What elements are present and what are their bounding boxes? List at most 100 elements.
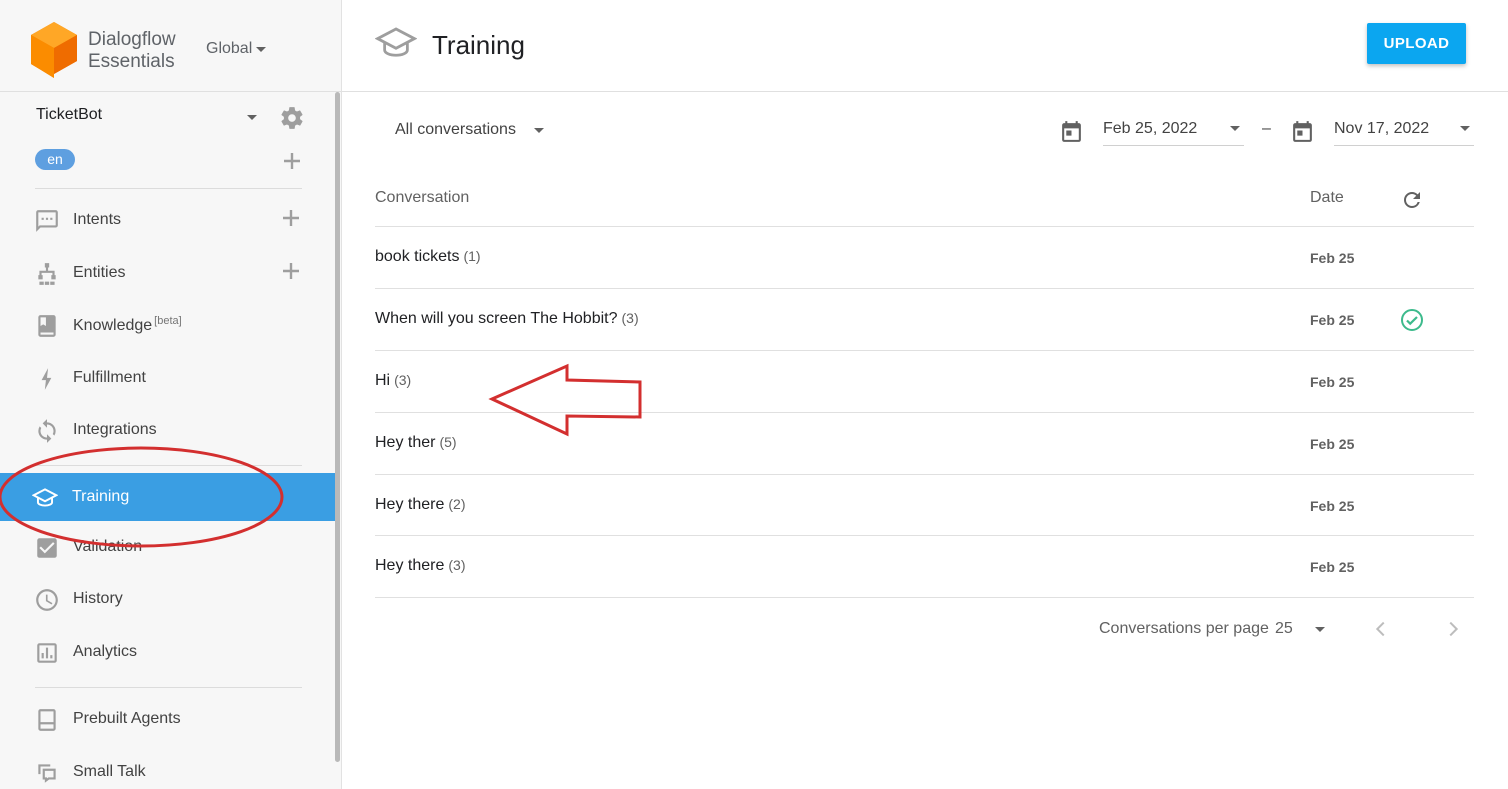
sidebar-item-history[interactable]: History xyxy=(0,575,336,623)
table-row[interactable]: Hey ther (5) Feb 25 xyxy=(375,412,1474,474)
per-page-value: 25 xyxy=(1275,620,1293,637)
book-icon xyxy=(38,315,56,337)
checkbox-icon xyxy=(37,538,57,558)
gear-icon[interactable] xyxy=(279,105,305,131)
chevron-down-icon xyxy=(1460,126,1470,131)
sidebar-item-label: Entities xyxy=(73,264,126,281)
sidebar-item-label: Training xyxy=(72,488,130,505)
page-header: Training UPLOAD xyxy=(342,0,1508,92)
language-chip[interactable]: en xyxy=(35,149,75,170)
agent-name[interactable]: TicketBot xyxy=(36,106,102,124)
sidebar-item-knowledge[interactable]: Knowledge [beta] xyxy=(0,301,336,349)
sidebar: Dialogflow Essentials Global TicketBot e… xyxy=(0,0,342,789)
conversation-filter-dropdown[interactable]: All conversations xyxy=(395,121,544,139)
sidebar-scrollbar[interactable] xyxy=(335,92,340,762)
sidebar-divider xyxy=(35,188,302,189)
date-to-value: Nov 17, 2022 xyxy=(1334,120,1430,137)
chevron-down-icon xyxy=(533,127,544,133)
beta-badge: [beta] xyxy=(154,315,182,327)
conversation-filter-label: All conversations xyxy=(395,121,516,138)
chevron-left-icon[interactable] xyxy=(1370,618,1392,640)
conversation-text: book tickets (1) xyxy=(375,248,481,266)
graduation-cap-icon xyxy=(32,488,58,507)
conversation-query: Hey there xyxy=(375,496,445,513)
refresh-icon[interactable] xyxy=(1400,188,1424,212)
conversation-text: Hey there (3) xyxy=(375,557,466,575)
add-language-plus-icon[interactable] xyxy=(282,151,302,171)
conversation-date: Feb 25 xyxy=(1310,498,1355,514)
sidebar-divider xyxy=(35,465,302,466)
per-page-label: Conversations per page xyxy=(1099,620,1269,637)
page-title: Training xyxy=(432,30,525,60)
conversation-date: Feb 25 xyxy=(1310,374,1355,390)
sidebar-item-label: Analytics xyxy=(73,643,138,660)
date-range-separator: – xyxy=(1262,120,1271,137)
sidebar-item-entities[interactable]: Entities xyxy=(0,249,336,297)
chevron-right-icon[interactable] xyxy=(1442,618,1464,640)
speech-bubbles-icon xyxy=(38,764,56,783)
sidebar-item-analytics[interactable]: Analytics xyxy=(0,628,336,676)
conversation-text: Hi (3) xyxy=(375,372,411,390)
conversation-query: Hi xyxy=(375,372,391,389)
region-label: Global xyxy=(206,40,253,57)
hierarchy-icon xyxy=(38,263,56,285)
conversation-query: Hey there xyxy=(375,557,445,574)
date-to-field[interactable]: Nov 17, 2022 xyxy=(1334,114,1474,146)
table-row[interactable]: Hi (3) Feb 25 xyxy=(375,350,1474,412)
sidebar-item-label: Fulfillment xyxy=(73,369,146,386)
column-header-conversation: Conversation xyxy=(375,189,470,206)
date-from-value: Feb 25, 2022 xyxy=(1103,120,1198,137)
conversation-date: Feb 25 xyxy=(1310,312,1355,328)
brand-header: Dialogflow Essentials Global xyxy=(0,0,341,92)
conversation-count: (3) xyxy=(621,310,639,326)
sidebar-item-label: Knowledge [beta] xyxy=(73,315,182,335)
conversation-count: (3) xyxy=(448,557,466,573)
table-row[interactable]: Hey there (2) Feb 25 xyxy=(375,474,1474,536)
table-row[interactable]: book tickets (1) Feb 25 xyxy=(375,226,1474,288)
table-row[interactable]: Hey there (3) Feb 25 xyxy=(375,535,1474,597)
clock-icon xyxy=(36,589,58,611)
product-name: Dialogflow Essentials xyxy=(88,29,176,73)
sidebar-item-label: Prebuilt Agents xyxy=(73,710,181,727)
sidebar-item-training[interactable]: Training xyxy=(0,473,336,521)
sidebar-item-intents[interactable]: Intents xyxy=(0,196,336,244)
calendar-icon[interactable] xyxy=(1290,119,1315,144)
dialogflow-logo-icon[interactable] xyxy=(31,22,77,78)
date-from-field[interactable]: Feb 25, 2022 xyxy=(1103,114,1244,146)
sidebar-item-label: Validation xyxy=(73,538,143,555)
bar-chart-icon xyxy=(37,643,57,663)
chevron-down-icon xyxy=(1230,126,1240,131)
sidebar-item-label: Integrations xyxy=(73,421,157,438)
sidebar-divider xyxy=(35,687,302,688)
conversation-date: Feb 25 xyxy=(1310,250,1355,266)
lightning-icon xyxy=(41,368,52,390)
chevron-down-icon xyxy=(1314,626,1325,632)
add-entity-plus-icon[interactable] xyxy=(281,261,301,281)
region-selector[interactable]: Global xyxy=(206,40,267,58)
upload-button[interactable]: UPLOAD xyxy=(1367,23,1466,64)
calendar-icon[interactable] xyxy=(1059,119,1084,144)
conversation-query: When will you screen The Hobbit? xyxy=(375,310,618,327)
sidebar-item-prebuilt-agents[interactable]: Prebuilt Agents xyxy=(0,695,336,743)
column-header-date: Date xyxy=(1310,189,1344,206)
conversation-date: Feb 25 xyxy=(1310,436,1355,452)
knowledge-label: Knowledge xyxy=(73,317,153,334)
sync-icon xyxy=(38,419,56,443)
sidebar-item-label: Intents xyxy=(73,211,122,228)
sidebar-item-validation[interactable]: Validation xyxy=(0,523,336,571)
sidebar-item-fulfillment[interactable]: Fulfillment xyxy=(0,354,336,402)
sidebar-item-integrations[interactable]: Integrations xyxy=(0,406,336,454)
add-intent-plus-icon[interactable] xyxy=(281,208,301,228)
per-page-select[interactable]: 25 xyxy=(1275,620,1325,638)
sidebar-item-small-talk[interactable]: Small Talk xyxy=(0,748,336,789)
product-name-line1: Dialogflow xyxy=(88,29,176,50)
agent-dropdown-icon[interactable] xyxy=(247,115,257,120)
conversation-text: Hey ther (5) xyxy=(375,434,457,452)
conversation-query: Hey ther xyxy=(375,434,436,451)
conversation-text: Hey there (2) xyxy=(375,496,466,514)
table-row[interactable]: When will you screen The Hobbit? (3) Feb … xyxy=(375,288,1474,350)
conversation-count: (3) xyxy=(394,372,412,388)
chat-bubble-icon xyxy=(36,210,58,232)
product-name-line2: Essentials xyxy=(88,51,175,72)
check-circle-icon xyxy=(1401,309,1423,331)
